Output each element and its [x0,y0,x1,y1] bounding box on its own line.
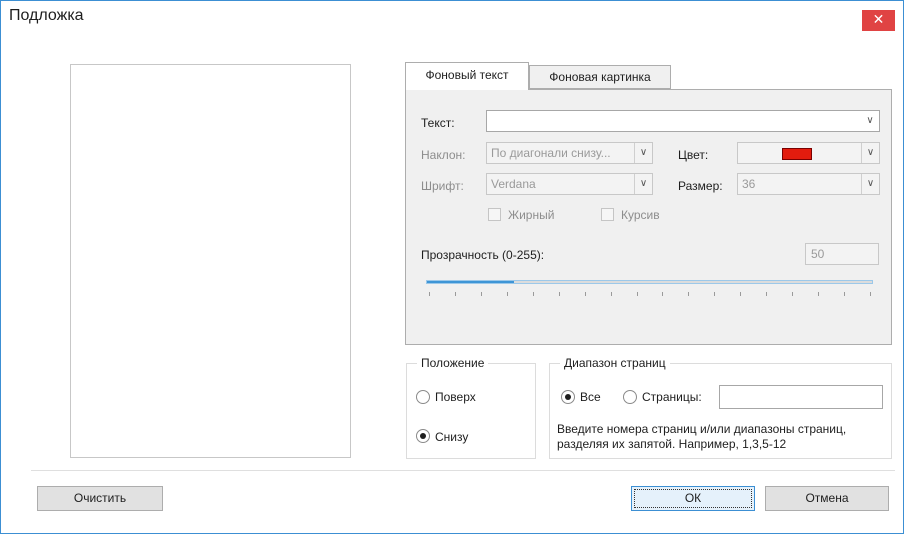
page-range-legend: Диапазон страниц [560,356,670,370]
cancel-label: Отмена [805,491,849,505]
slider-tick [610,292,612,296]
font-label: Шрифт: [421,179,464,193]
italic-label: Курсив [621,208,660,222]
close-icon: ✕ [872,12,885,28]
slider-fill [427,281,515,283]
font-select[interactable]: Verdana ∨ [486,173,653,195]
chevron-down-icon[interactable]: ∨ [861,111,879,131]
dialog-title: Подложка [9,7,84,24]
size-value: 36 [742,177,756,191]
size-label: Размер: [678,179,723,193]
pages-label: Страницы: [642,390,702,404]
text-label: Текст: [421,116,455,130]
cancel-button[interactable]: Отмена [765,486,889,511]
color-label: Цвет: [678,148,709,162]
transparency-label: Прозрачность (0-255): [421,248,545,262]
chevron-down-icon[interactable]: ∨ [861,143,879,163]
slider-tick [870,292,871,296]
slider-tick [636,292,638,296]
size-select[interactable]: 36 ∨ [737,173,880,195]
slider-tick [740,292,742,296]
position-legend: Положение [417,356,489,370]
slider-tick [584,292,586,296]
tab-background-image[interactable]: Фоновая картинка [529,65,671,89]
bold-label: Жирный [508,208,555,222]
slider-tick [844,292,846,296]
transparency-input[interactable]: 50 [805,243,879,265]
angle-select[interactable]: По диагонали снизу... ∨ [486,142,653,164]
on-top-label: Поверх [435,390,476,404]
slider-tick [766,292,768,296]
pages-radio[interactable] [623,390,637,404]
slider-tick [818,292,820,296]
watermark-dialog: Подложка ✕ Фоновый текст Фоновая картинк… [0,0,904,534]
ok-button[interactable]: ОК [631,486,755,511]
slider-tick [714,292,716,296]
transparency-slider[interactable] [426,280,873,284]
tab-label: Фоновый текст [425,68,509,82]
slider-tick [532,292,534,296]
pages-input[interactable] [719,385,883,409]
chevron-down-icon[interactable]: ∨ [634,143,652,163]
transparency-value: 50 [811,247,825,261]
slider-tick [662,292,664,296]
below-label: Снизу [435,430,469,444]
slider-tick [792,292,794,296]
slider-tick [506,292,508,296]
slider-tick [454,292,456,296]
italic-checkbox[interactable] [601,208,614,221]
preview-area [70,64,351,458]
ok-label: ОК [684,491,702,505]
below-radio[interactable] [416,429,430,443]
all-pages-label: Все [580,390,601,404]
slider-tick [558,292,560,296]
angle-value: По диагонали снизу... [491,146,611,160]
divider [31,470,895,471]
tab-label: Фоновая картинка [549,70,651,84]
bold-checkbox[interactable] [488,208,501,221]
slider-tick [429,292,430,296]
clear-button[interactable]: Очистить [37,486,163,511]
position-group: Положение [406,356,536,459]
font-value: Verdana [491,177,536,191]
close-button[interactable]: ✕ [862,10,895,31]
tab-background-text[interactable]: Фоновый текст [405,62,529,90]
all-pages-radio[interactable] [561,390,575,404]
angle-label: Наклон: [421,148,466,162]
title-bar: Подложка ✕ [1,1,903,33]
on-top-radio[interactable] [416,390,430,404]
slider-tick [688,292,690,296]
slider-tick [480,292,482,296]
chevron-down-icon[interactable]: ∨ [861,174,879,194]
clear-label: Очистить [73,491,127,505]
text-combobox[interactable]: ∨ [486,110,880,132]
color-swatch [782,148,812,160]
page-range-hint: Введите номера страниц и/или диапазоны с… [557,422,847,451]
chevron-down-icon[interactable]: ∨ [634,174,652,194]
